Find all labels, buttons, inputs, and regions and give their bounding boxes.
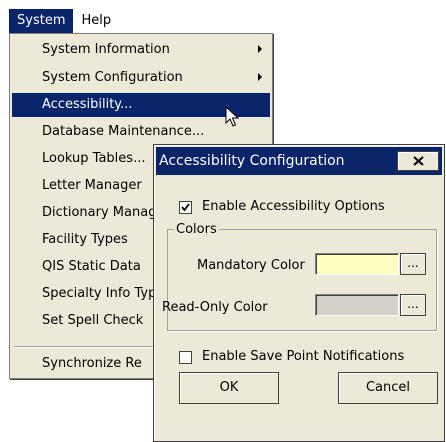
dialog-title-bar[interactable]: Accessibility Configuration bbox=[156, 147, 442, 175]
enable-save-point-checkbox[interactable] bbox=[179, 351, 192, 364]
enable-accessibility-checkbox[interactable] bbox=[179, 201, 192, 214]
menu-item-label: Lookup Tables... bbox=[42, 151, 146, 166]
enable-accessibility-label[interactable]: Enable Accessibility Options bbox=[202, 199, 385, 214]
readonly-color-label: Read-Only Color bbox=[162, 300, 268, 315]
close-button[interactable] bbox=[397, 151, 439, 171]
menu-item-label: Synchronize Re bbox=[42, 356, 142, 371]
readonly-color-picker-button[interactable]: ... bbox=[400, 294, 426, 316]
colors-group-title: Colors bbox=[174, 222, 219, 237]
enable-save-point-label[interactable]: Enable Save Point Notifications bbox=[202, 349, 404, 364]
submenu-arrow-icon bbox=[258, 45, 262, 53]
menu-item-label: Specialty Info Types bbox=[42, 286, 172, 301]
dialog-title: Accessibility Configuration bbox=[159, 153, 345, 169]
menu-item-label: Letter Manager bbox=[42, 178, 142, 193]
mouse-cursor-icon bbox=[225, 106, 239, 127]
menu-item-label: Accessibility... bbox=[42, 97, 133, 112]
cancel-button[interactable]: Cancel bbox=[338, 372, 438, 404]
readonly-color-swatch[interactable] bbox=[315, 294, 399, 316]
accessibility-config-dialog: Accessibility Configuration Enable Acces… bbox=[153, 144, 445, 442]
menu-system[interactable]: System bbox=[9, 9, 74, 33]
menu-item-label: Dictionary Manager bbox=[42, 205, 170, 220]
menu-item-label: System Configuration bbox=[42, 70, 183, 85]
menu-item-label: Set Spell Check bbox=[42, 313, 144, 328]
submenu-arrow-icon bbox=[258, 73, 262, 81]
menu-item-label: QIS Static Data bbox=[42, 259, 141, 274]
screen: System Help System Information System Co… bbox=[0, 0, 446, 442]
menu-item-label: Database Maintenance... bbox=[42, 124, 205, 139]
menu-bar: System Help bbox=[9, 9, 119, 33]
menu-item-system-configuration[interactable]: System Configuration bbox=[12, 66, 270, 90]
mandatory-color-label: Mandatory Color bbox=[197, 258, 305, 273]
close-icon bbox=[413, 156, 424, 166]
checkmark-icon bbox=[181, 203, 190, 212]
menu-item-label: System Information bbox=[42, 42, 170, 57]
menu-help[interactable]: Help bbox=[73, 9, 119, 33]
ok-button[interactable]: OK bbox=[179, 372, 279, 404]
menu-item-system-information[interactable]: System Information bbox=[12, 38, 270, 62]
mandatory-color-swatch[interactable] bbox=[315, 253, 399, 275]
mandatory-color-picker-button[interactable]: ... bbox=[400, 253, 426, 275]
menu-item-label: Facility Types bbox=[42, 232, 128, 247]
